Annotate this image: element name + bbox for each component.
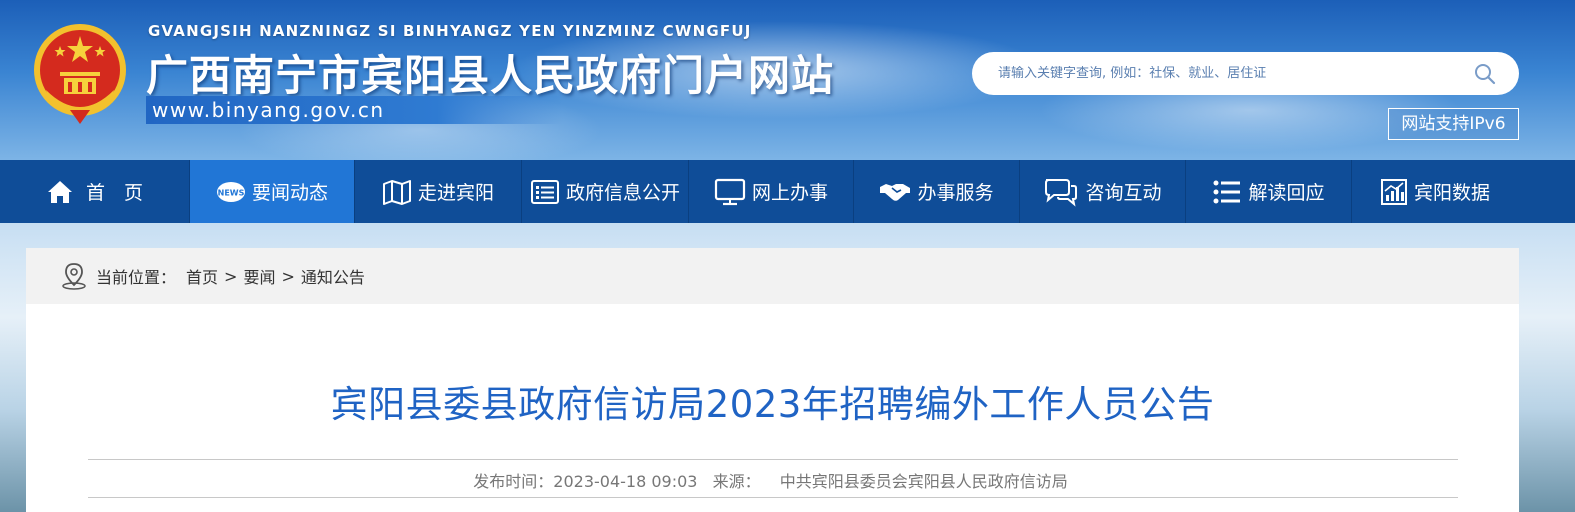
search-input[interactable]	[998, 66, 1458, 81]
source-label: 来源：	[712, 472, 761, 491]
site-title: 广西南宁市宾阳县人民政府门户网站	[146, 51, 835, 100]
list-doc-icon	[530, 179, 559, 204]
nav-item-label: 办事服务	[917, 182, 994, 204]
nav-item-interpretation[interactable]: 解读回应	[1186, 160, 1352, 223]
ipv6-badge[interactable]: 网站支持IPv6	[1388, 108, 1519, 140]
bar-chart-icon	[1380, 178, 1407, 205]
nav-item-label: 政府信息公开	[565, 182, 680, 204]
breadcrumb-prefix: 当前位置：	[96, 268, 177, 287]
breadcrumb-link-home[interactable]: 首页	[186, 264, 218, 288]
national-emblem-icon	[34, 24, 126, 124]
nav-item-home[interactable]: 首 页	[0, 160, 190, 223]
divider-top	[88, 459, 1458, 460]
nav-item-label: 宾阳数据	[1413, 182, 1490, 204]
publish-label: 发布时间：	[473, 472, 554, 491]
monitor-icon	[714, 178, 746, 205]
nav-item-label: 咨询互动	[1085, 182, 1162, 204]
publish-time: 2023-04-18 09:03	[553, 472, 698, 491]
nav-item-label: 首 页	[85, 182, 143, 204]
main-nav: 首 页 NEWS 要闻动态 走进宾阳 政府信息公开 网上办事 办事服务 咨询互动…	[0, 160, 1575, 223]
breadcrumb: 当前位置： 首页 > 要闻 > 通知公告	[26, 248, 1519, 304]
nav-item-services[interactable]: 办事服务	[854, 160, 1020, 223]
article-title: 宾阳县委县政府信访局2023年招聘编外工作人员公告	[330, 383, 1215, 426]
map-icon	[382, 179, 411, 205]
nav-item-data[interactable]: 宾阳数据	[1352, 160, 1518, 223]
nav-item-label: 要闻动态	[251, 182, 328, 204]
nav-item-about[interactable]: 走进宾阳	[355, 160, 522, 223]
source-value: 中共宾阳县委员会宾阳县人民政府信访局	[779, 472, 1068, 491]
breadcrumb-separator: >	[224, 266, 238, 286]
nav-item-label: 走进宾阳	[417, 182, 494, 204]
breadcrumb-separator: >	[281, 266, 295, 286]
nav-item-news[interactable]: NEWS 要闻动态	[190, 160, 355, 223]
search-icon[interactable]	[1473, 62, 1497, 86]
divider-bottom	[88, 497, 1458, 498]
search-box	[972, 52, 1519, 95]
news-icon: NEWS	[216, 181, 245, 202]
nav-item-label: 解读回应	[1248, 182, 1325, 204]
breadcrumb-link-notices[interactable]: 通知公告	[301, 264, 365, 288]
handshake-icon	[880, 183, 911, 201]
nav-item-consult[interactable]: 咨询互动	[1020, 160, 1186, 223]
bullet-list-icon	[1213, 180, 1241, 203]
home-icon	[47, 180, 72, 203]
breadcrumb-link-news[interactable]: 要闻	[243, 264, 275, 288]
nav-item-online-service[interactable]: 网上办事	[689, 160, 854, 223]
nav-item-label: 网上办事	[751, 182, 828, 204]
nav-item-gov-info[interactable]: 政府信息公开	[522, 160, 689, 223]
site-url: www.binyang.gov.cn	[146, 96, 562, 124]
chat-icon	[1045, 178, 1078, 207]
article-meta: 发布时间：2023-04-18 09:03 来源： 中共宾阳县委员会宾阳县人民政…	[26, 468, 1519, 492]
content-panel: 当前位置： 首页 > 要闻 > 通知公告 宾阳县委县政府信访局2023年招聘编外…	[26, 248, 1519, 512]
svg-text:NEWS: NEWS	[218, 188, 245, 197]
location-pin-icon	[62, 263, 86, 290]
pinyin-title: GVANGJSIH NANZNINGZ SI BINHYANGZ YEN YIN…	[148, 22, 752, 40]
site-header: GVANGJSIH NANZNINGZ SI BINHYANGZ YEN YIN…	[0, 0, 1575, 160]
